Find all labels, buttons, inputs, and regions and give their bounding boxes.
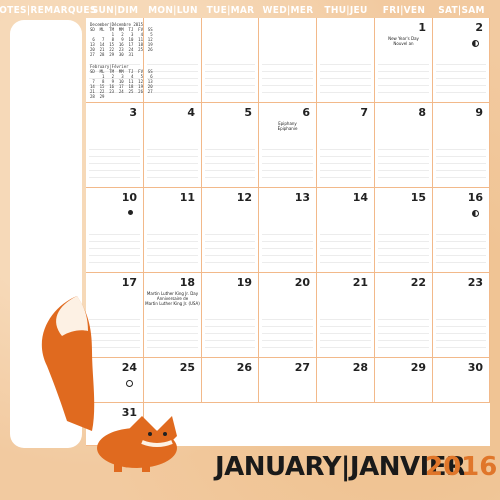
moon-phase-icon [472, 210, 479, 217]
writing-lines [89, 228, 140, 266]
day-cell-2[interactable]: 2 [433, 18, 490, 103]
empty-cell[interactable] [259, 18, 317, 103]
day-cell-6[interactable]: 6 Epiphany Épiphanie [259, 103, 317, 188]
day-cell-29[interactable]: 29 [375, 358, 433, 403]
writing-lines [378, 313, 429, 351]
header-wed: WED|MER [262, 4, 314, 16]
day-cell-14[interactable]: 14 [317, 188, 375, 273]
day-cell-5[interactable]: 5 [202, 103, 259, 188]
day-cell-19[interactable]: 19 [202, 273, 259, 358]
writing-lines [320, 143, 371, 181]
day-number: 21 [352, 276, 368, 289]
day-number: 1 [418, 21, 426, 34]
writing-lines [378, 143, 429, 181]
writing-lines [147, 143, 198, 181]
day-number: 13 [294, 191, 310, 204]
writing-lines [436, 228, 486, 266]
day-number: 4 [187, 106, 195, 119]
day-cell-10[interactable]: 10 [86, 188, 144, 273]
mini-calendar-december: December|Décembre 2015 SD ML TM MM TJ FV… [90, 22, 153, 57]
header-thu: THU|JEU [324, 4, 368, 16]
day-cell-13[interactable]: 13 [259, 188, 317, 273]
day-number: 27 [294, 361, 310, 374]
day-cell-20[interactable]: 20 [259, 273, 317, 358]
header-fri: FRI|VEN [382, 4, 426, 16]
day-cell-22[interactable]: 22 [375, 273, 433, 358]
day-number: 7 [360, 106, 368, 119]
day-number: 12 [236, 191, 252, 204]
day-number: 16 [467, 191, 483, 204]
day-number: 2 [475, 21, 483, 34]
writing-lines [262, 313, 313, 351]
writing-lines [436, 313, 486, 351]
day-number: 6 [302, 106, 310, 119]
writing-lines [436, 143, 486, 181]
day-cell-4[interactable]: 4 [144, 103, 202, 188]
holiday-label: New Year's Day Nouvel an [388, 36, 419, 46]
writing-lines [320, 228, 371, 266]
day-cell-30[interactable]: 30 [433, 358, 490, 403]
day-number: 18 [179, 276, 195, 289]
day-number: 29 [410, 361, 426, 374]
fox-illustration [41, 296, 177, 472]
writing-lines [205, 313, 255, 351]
header-tue: TUE|MAR [206, 4, 255, 16]
day-cell-16[interactable]: 16 [433, 188, 490, 273]
header-sun: SUN|DIM [91, 4, 139, 16]
header-sat: SAT|SAM [438, 4, 485, 16]
day-number: 17 [121, 276, 137, 289]
year-title: 2016 [425, 452, 498, 482]
day-cell-9[interactable]: 9 [433, 103, 490, 188]
day-number: 19 [236, 276, 252, 289]
writing-lines [147, 228, 198, 266]
day-number: 11 [179, 191, 195, 204]
day-number: 10 [121, 191, 137, 204]
day-cell-15[interactable]: 15 [375, 188, 433, 273]
day-cell-3[interactable]: 3 [86, 103, 144, 188]
writing-lines [89, 143, 140, 181]
day-number: 30 [467, 361, 483, 374]
writing-lines [262, 58, 313, 96]
moon-phase-icon [472, 40, 479, 47]
day-number: 8 [418, 106, 426, 119]
writing-lines [378, 228, 429, 266]
day-cell-27[interactable]: 27 [259, 358, 317, 403]
writing-lines [378, 58, 429, 96]
writing-lines [262, 228, 313, 266]
day-number: 5 [244, 106, 252, 119]
header-mon: MON|LUN [148, 4, 198, 16]
day-number: 9 [475, 106, 483, 119]
empty-cell[interactable] [202, 18, 259, 103]
day-number: 28 [352, 361, 368, 374]
day-number: 3 [129, 106, 137, 119]
writing-lines [320, 58, 371, 96]
writing-lines [205, 143, 255, 181]
writing-lines [262, 143, 313, 181]
writing-lines [205, 228, 255, 266]
header-notes: NOTES|REMARQUES [0, 4, 97, 16]
day-number: 15 [410, 191, 426, 204]
writing-lines [205, 58, 255, 96]
day-number: 23 [467, 276, 483, 289]
day-cell-21[interactable]: 21 [317, 273, 375, 358]
holiday-label: Epiphany Épiphanie [277, 121, 298, 131]
empty-cell[interactable] [317, 18, 375, 103]
day-cell-1[interactable]: 1 New Year's Day Nouvel an [375, 18, 433, 103]
writing-lines [147, 58, 198, 96]
day-number: 14 [352, 191, 368, 204]
day-cell-8[interactable]: 8 [375, 103, 433, 188]
writing-lines [320, 313, 371, 351]
day-cell-28[interactable]: 28 [317, 358, 375, 403]
day-cell-23[interactable]: 23 [433, 273, 490, 358]
mini-calendar-february: February|Février SD ML TM MM TJ FV SS 1 … [90, 64, 153, 99]
day-number: 26 [236, 361, 252, 374]
day-cell-12[interactable]: 12 [202, 188, 259, 273]
moon-phase-icon [128, 210, 133, 215]
day-cell-7[interactable]: 7 [317, 103, 375, 188]
day-cell-26[interactable]: 26 [202, 358, 259, 403]
day-number: 22 [410, 276, 426, 289]
day-number: 20 [294, 276, 310, 289]
day-cell-11[interactable]: 11 [144, 188, 202, 273]
writing-lines [436, 58, 486, 96]
